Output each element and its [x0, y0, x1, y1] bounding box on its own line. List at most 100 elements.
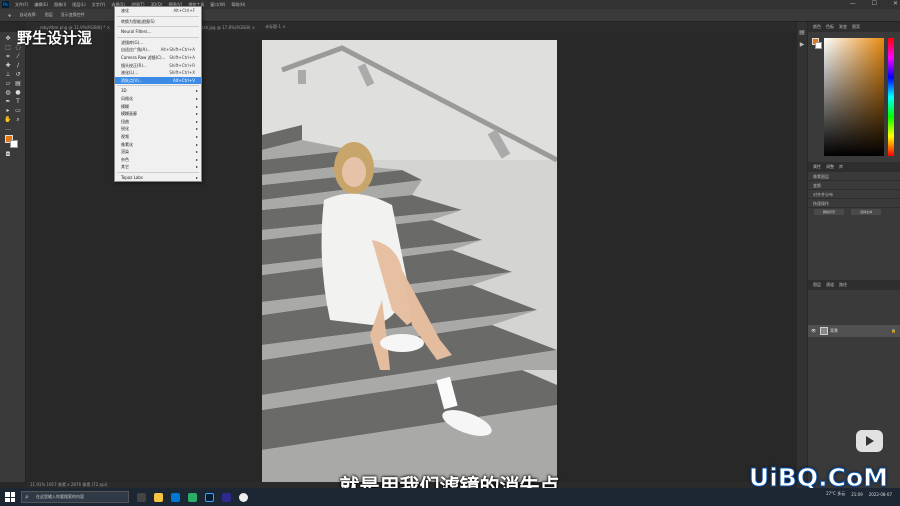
- filter-menu-item[interactable]: 自适应广角(A)... Alt+Shift+Ctrl+A: [115, 46, 201, 54]
- filter-menu-item[interactable]: 像素化 ▸: [115, 141, 201, 149]
- filter-menu-item[interactable]: 视频 ▸: [115, 133, 201, 141]
- visibility-eye-icon[interactable]: 👁: [811, 325, 816, 337]
- submenu-arrow-icon: ▸: [195, 118, 198, 124]
- color-picker-field[interactable]: [824, 38, 884, 156]
- healing-tool-icon[interactable]: ✚: [4, 63, 12, 69]
- auto-select-label[interactable]: 自动选择:: [19, 12, 36, 18]
- task-view-icon[interactable]: [137, 492, 146, 502]
- brush-tool-icon[interactable]: ∕: [14, 63, 22, 69]
- eraser-tool-icon[interactable]: ▱: [4, 81, 12, 87]
- actions-panel-icon[interactable]: ▶: [798, 42, 806, 48]
- filter-menu-item[interactable]: 其它 ▸: [115, 163, 201, 171]
- system-tray: 27°C 多云 21:09 2022-08-07: [826, 491, 892, 497]
- menu-item-vanishing-point[interactable]: 消失点(V)... Alt+Ctrl+V: [115, 76, 201, 85]
- minimize-button[interactable]: —: [850, 0, 856, 7]
- stamp-tool-icon[interactable]: ⊥: [4, 72, 12, 78]
- properties-panel: 属性 调整 库 像素图层 变换 对齐并分布 快速操作 删除背景 选择主体: [808, 162, 900, 216]
- show-transform-controls[interactable]: 显示变换控件: [61, 12, 85, 18]
- quick-actions-row[interactable]: 快速操作: [808, 199, 900, 208]
- select-subject-button[interactable]: 选择主体: [851, 209, 882, 215]
- filter-menu-item[interactable]: 模糊 ▸: [115, 103, 201, 111]
- photoshop-taskbar-icon[interactable]: [205, 492, 214, 502]
- maximize-button[interactable]: ☐: [872, 0, 877, 7]
- menu-item-label: 液化: [121, 8, 129, 13]
- menu-help[interactable]: 帮助(H): [231, 2, 245, 8]
- filter-menu-item[interactable]: 杂色 ▸: [115, 156, 201, 164]
- pixel-layer-row: 像素图层: [808, 172, 900, 181]
- menu-edit[interactable]: 编辑(E): [34, 2, 48, 8]
- eyedropper-tool-icon[interactable]: ⁄: [14, 54, 22, 60]
- obs-taskbar-icon[interactable]: [239, 492, 248, 502]
- background-color-swatch[interactable]: [10, 140, 18, 148]
- filter-menu-item[interactable]: 锐化 ▸: [115, 125, 201, 133]
- dodge-tool-icon[interactable]: ●: [14, 90, 22, 96]
- gradient-tool-icon[interactable]: ▤: [14, 81, 22, 87]
- filter-menu-item[interactable]: 3D ▸: [115, 87, 201, 95]
- filter-menu-item[interactable]: 风格化 ▸: [115, 95, 201, 103]
- premiere-taskbar-icon[interactable]: [222, 492, 231, 502]
- file-explorer-icon[interactable]: [154, 492, 163, 502]
- filter-menu-item[interactable]: 模糊画廊 ▸: [115, 110, 201, 118]
- taskbar-search-box[interactable]: 在这里输入你要搜索的内容: [21, 491, 129, 503]
- tab-color[interactable]: 颜色: [813, 24, 821, 30]
- filter-menu-item[interactable]: 渲染 ▸: [115, 148, 201, 156]
- more-tools-icon[interactable]: …: [4, 126, 12, 132]
- layer-row-background[interactable]: 👁 背景 🔒: [808, 325, 900, 337]
- zoom-tool-icon[interactable]: ⌕: [14, 117, 22, 123]
- filter-menu-item[interactable]: Neural Filters...: [115, 28, 201, 36]
- filter-menu-item[interactable]: 滤镜库(G)...: [115, 39, 201, 47]
- history-panel-icon[interactable]: ▤: [798, 30, 806, 36]
- filter-menu-item[interactable]: 扭曲 ▸: [115, 118, 201, 126]
- windows-start-icon[interactable]: [5, 492, 15, 502]
- blur-tool-icon[interactable]: ◍: [4, 90, 12, 96]
- filter-menu-item[interactable]: 镜头校正(R)... Shift+Ctrl+R: [115, 62, 201, 70]
- menu-type[interactable]: 文字(Y): [92, 2, 106, 8]
- tab-patterns[interactable]: 图案: [852, 24, 860, 30]
- menu-image[interactable]: 图像(I): [54, 2, 66, 8]
- tab-gradients[interactable]: 渐变: [839, 24, 847, 30]
- tray-time[interactable]: 21:09: [851, 492, 863, 497]
- path-select-icon[interactable]: ▸: [4, 108, 12, 114]
- filter-menu-item[interactable]: Topaz Labs ▸: [115, 174, 201, 182]
- hand-tool-icon[interactable]: ✋: [4, 117, 12, 123]
- transform-row[interactable]: 变换: [808, 181, 900, 190]
- align-distribute-row[interactable]: 对齐并分布: [808, 190, 900, 199]
- panel-background-swatch[interactable]: [815, 42, 822, 49]
- hue-slider[interactable]: [888, 38, 894, 156]
- type-tool-icon[interactable]: T: [14, 99, 22, 105]
- move-icon[interactable]: ✥: [8, 13, 11, 18]
- menu-file[interactable]: 文件(F): [15, 2, 28, 8]
- shape-tool-icon[interactable]: ▭: [14, 108, 22, 114]
- quick-mask-icon[interactable]: ◘: [4, 152, 12, 158]
- tab-properties[interactable]: 属性: [813, 164, 821, 170]
- tab-swatches[interactable]: 色板: [826, 24, 834, 30]
- weather-widget[interactable]: 27°C 多云: [826, 491, 845, 497]
- move-tool-icon[interactable]: ✥: [4, 36, 12, 42]
- tab-paths[interactable]: 路径: [839, 282, 847, 288]
- edge-browser-icon[interactable]: [171, 492, 180, 502]
- menu-layer[interactable]: 图层(L): [72, 2, 85, 8]
- history-brush-icon[interactable]: ↺: [14, 72, 22, 78]
- filter-menu-item[interactable]: 转换为智能滤镜(S): [115, 18, 201, 26]
- filter-menu-item[interactable]: 液化(L)... Shift+Ctrl+X: [115, 69, 201, 77]
- tray-date[interactable]: 2022-08-07: [869, 492, 892, 497]
- filter-menu-item[interactable]: 液化 Alt+Ctrl+F: [115, 7, 201, 15]
- lock-icon[interactable]: 🔒: [891, 325, 896, 337]
- remove-background-button[interactable]: 删除背景: [814, 209, 844, 215]
- marquee-tool-icon[interactable]: ⬚: [4, 45, 12, 51]
- wechat-icon[interactable]: [188, 492, 197, 502]
- layers-tabs: 图层 通道 路径: [808, 280, 900, 290]
- menu-window[interactable]: 窗口(W): [210, 2, 225, 8]
- tab-channels[interactable]: 通道: [826, 282, 834, 288]
- filter-menu-item[interactable]: Camera Raw 滤镜(C)... Shift+Ctrl+A: [115, 54, 201, 62]
- document-photo[interactable]: [262, 40, 557, 482]
- auto-select-target[interactable]: 图层: [45, 12, 53, 18]
- tab-libraries[interactable]: 库: [839, 164, 843, 170]
- crop-tool-icon[interactable]: ⌗: [4, 54, 12, 60]
- tab-adjustments[interactable]: 调整: [826, 164, 834, 170]
- tab-layers[interactable]: 图层: [813, 282, 821, 288]
- close-button[interactable]: ✕: [893, 0, 898, 7]
- tab-document-3[interactable]: 未标题-1 ×: [265, 24, 286, 30]
- properties-tabs: 属性 调整 库: [808, 162, 900, 172]
- pen-tool-icon[interactable]: ✒: [4, 99, 12, 105]
